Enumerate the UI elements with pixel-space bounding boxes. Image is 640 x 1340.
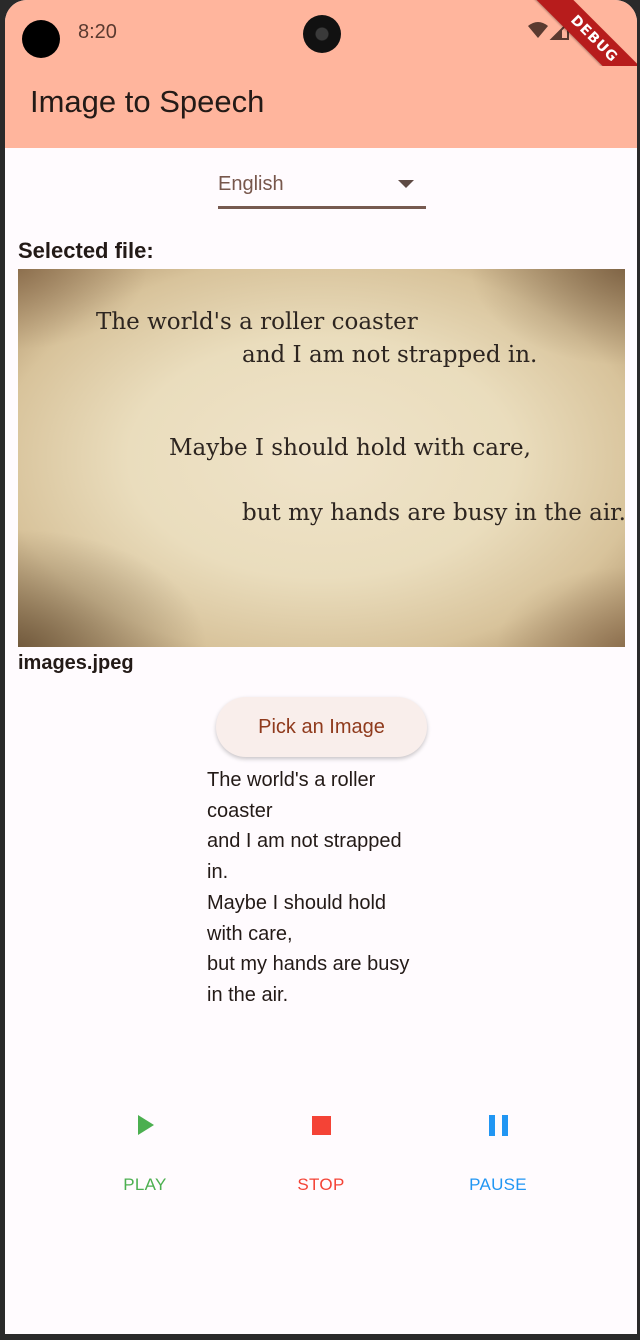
selected-filename: images.jpeg bbox=[18, 652, 134, 674]
recognized-text-line: in. bbox=[207, 861, 229, 884]
selected-image: The world's a roller coaster and I am no… bbox=[18, 269, 625, 647]
image-text-line: and I am not strapped in. bbox=[242, 342, 538, 368]
app-title: Image to Speech bbox=[30, 84, 265, 119]
language-dropdown-value: English bbox=[218, 173, 284, 195]
recognized-text-line: Maybe I should hold bbox=[207, 891, 387, 914]
app-screen: 8:20 DEBUG Image to Speech English Selec… bbox=[5, 0, 637, 1334]
app-bar: Image to Speech bbox=[5, 66, 637, 148]
pause-label: PAUSE bbox=[469, 1175, 527, 1194]
stop-icon bbox=[309, 1113, 333, 1137]
recognized-text: The world's a roller coaster and I am no… bbox=[207, 765, 447, 1011]
recognized-text-line: but my hands are busy bbox=[207, 953, 410, 976]
status-time: 8:20 bbox=[78, 21, 117, 43]
bottom-edge bbox=[0, 1334, 640, 1340]
recognized-text-line: The world's a roller bbox=[207, 769, 376, 791]
play-label: PLAY bbox=[123, 1175, 167, 1194]
recognized-text-line: in the air. bbox=[207, 983, 289, 1006]
dropdown-arrow-icon bbox=[398, 180, 414, 188]
image-text-line: The world's a roller coaster bbox=[96, 309, 418, 335]
camera-cutout-icon bbox=[303, 15, 341, 53]
recognized-text-line: and I am not strapped bbox=[207, 830, 402, 853]
language-dropdown[interactable]: English bbox=[218, 166, 426, 209]
play-icon bbox=[133, 1113, 157, 1137]
recognized-text-line: coaster bbox=[207, 799, 273, 822]
pause-icon bbox=[486, 1113, 510, 1137]
pick-image-button[interactable]: Pick an Image bbox=[216, 697, 427, 757]
wifi-icon bbox=[528, 22, 548, 38]
status-bar: 8:20 DEBUG bbox=[5, 0, 637, 109]
image-text-line: but my hands are busy in the air. bbox=[242, 500, 625, 526]
stop-label: STOP bbox=[297, 1175, 345, 1194]
front-camera-icon bbox=[22, 20, 60, 58]
stop-button[interactable]: STOP bbox=[261, 1113, 381, 1195]
image-text-line: Maybe I should hold with care, bbox=[169, 435, 531, 461]
selected-file-label: Selected file: bbox=[18, 238, 154, 263]
play-button[interactable]: PLAY bbox=[85, 1113, 205, 1195]
pause-button[interactable]: PAUSE bbox=[438, 1113, 558, 1195]
recognized-text-line: with care, bbox=[207, 922, 293, 945]
